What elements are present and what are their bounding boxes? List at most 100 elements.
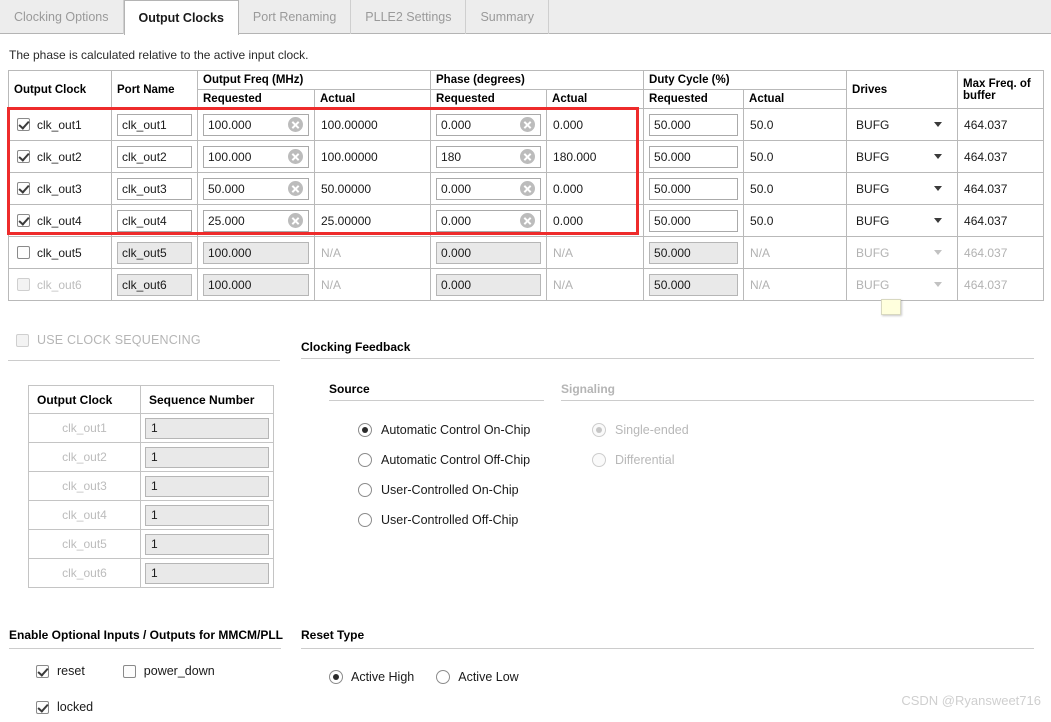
tab-output-clocks[interactable]: Output Clocks xyxy=(123,0,239,35)
tab-port-renaming[interactable]: Port Renaming xyxy=(239,0,352,34)
phase-requested-input[interactable]: 180 xyxy=(436,145,542,168)
clock-enable-checkbox[interactable] xyxy=(17,182,30,195)
port-name-input[interactable]: clk_out1 xyxy=(117,113,192,136)
clear-icon[interactable] xyxy=(288,117,303,132)
clear-icon[interactable] xyxy=(288,181,303,196)
sequence-number-input[interactable]: 1 xyxy=(145,504,269,526)
clock-enable-checkbox[interactable] xyxy=(17,214,30,227)
port-name-input[interactable]: clk_out5 xyxy=(117,241,192,264)
source-option-4[interactable]: User-Controlled Off-Chip xyxy=(358,513,530,527)
clear-icon[interactable] xyxy=(288,149,303,164)
clear-icon[interactable] xyxy=(520,117,536,132)
freq-requested-value: 100.000 xyxy=(208,149,252,164)
reset-checkbox[interactable] xyxy=(36,664,49,678)
port-name-input[interactable]: clk_out3 xyxy=(117,177,192,200)
clear-icon[interactable] xyxy=(288,213,303,228)
use-clock-sequencing-checkbox[interactable] xyxy=(16,333,29,347)
phase-requested-input[interactable]: 0.000 xyxy=(436,241,542,264)
duty-requested-input[interactable]: 50.000 xyxy=(649,209,739,232)
freq-requested-input[interactable]: 100.000 xyxy=(203,241,309,264)
port-name-input[interactable]: clk_out2 xyxy=(117,145,192,168)
radio-button[interactable] xyxy=(592,423,606,437)
reset-checkbox-row[interactable]: reset xyxy=(36,664,85,678)
drives-dropdown[interactable]: BUFG xyxy=(851,113,953,137)
clock-enable-row-5[interactable]: clk_out5 xyxy=(9,238,111,268)
freq-requested-input[interactable]: 100.000 xyxy=(203,145,309,168)
clear-icon[interactable] xyxy=(520,181,536,196)
clock-enable-row-1[interactable]: clk_out1 xyxy=(9,110,111,140)
duty-requested-input[interactable]: 50.000 xyxy=(649,273,739,296)
phase-requested-input[interactable]: 0.000 xyxy=(436,209,542,232)
freq-requested-input[interactable]: 50.000 xyxy=(203,177,309,200)
freq-requested-value: 50.000 xyxy=(208,181,245,196)
phase-requested-input[interactable]: 0.000 xyxy=(436,273,542,296)
port-name-input[interactable]: clk_out6 xyxy=(117,273,192,296)
clear-icon[interactable] xyxy=(520,213,536,228)
tab-plle2-settings[interactable]: PLLE2 Settings xyxy=(351,0,467,34)
clock-enable-row-2[interactable]: clk_out2 xyxy=(9,142,111,172)
phase-requested-input[interactable]: 0.000 xyxy=(436,113,542,136)
duty-requested-input[interactable]: 50.000 xyxy=(649,241,739,264)
tab-clocking-options[interactable]: Clocking Options xyxy=(0,0,124,34)
clock-enable-row-6[interactable]: clk_out6 xyxy=(9,270,111,300)
sequence-clock-cell: clk_out6 xyxy=(28,558,141,588)
cell-output-clock: clk_out5 xyxy=(8,236,112,269)
power-down-checkbox[interactable] xyxy=(122,664,136,678)
reset-active-high-row[interactable]: Active High xyxy=(329,670,414,684)
locked-checkbox-row[interactable]: locked xyxy=(36,700,93,714)
sequence-number-input[interactable]: 1 xyxy=(145,533,269,555)
tab-summary[interactable]: Summary xyxy=(466,0,549,34)
port-name-value: clk_out6 xyxy=(122,277,167,292)
duty-requested-input[interactable]: 50.000 xyxy=(649,177,739,200)
drives-dropdown[interactable]: BUFG xyxy=(851,273,953,297)
sequence-table: Output Clock Sequence Number clk_out1 1 cl… xyxy=(28,385,274,588)
sequence-number-input[interactable]: 1 xyxy=(145,562,269,584)
radio-button[interactable] xyxy=(358,483,372,497)
power-down-checkbox-row[interactable]: power_down xyxy=(122,664,215,678)
drives-dropdown[interactable]: BUFG xyxy=(851,209,953,233)
cell-duty-actual: N/A xyxy=(743,236,848,269)
freq-requested-input[interactable]: 25.000 xyxy=(203,209,309,232)
table-row: clk_out4 clk_out4 25.000 25.00000 0.000 0.000… xyxy=(8,204,1045,237)
radio-button[interactable] xyxy=(358,423,372,437)
sequence-number-input[interactable]: 1 xyxy=(145,446,269,468)
cell-duty-actual: 50.0 xyxy=(743,108,848,141)
locked-checkbox[interactable] xyxy=(36,700,49,714)
signaling-option-1[interactable]: Single-ended xyxy=(592,423,689,437)
freq-requested-input[interactable]: 100.000 xyxy=(203,273,309,296)
active-low-radio[interactable] xyxy=(436,670,451,684)
clear-icon[interactable] xyxy=(520,149,536,164)
radio-label: User-Controlled Off-Chip xyxy=(381,513,519,527)
duty-requested-input[interactable]: 50.000 xyxy=(649,113,739,136)
clock-enable-checkbox[interactable] xyxy=(17,278,30,291)
radio-button[interactable] xyxy=(358,513,372,527)
clock-enable-checkbox[interactable] xyxy=(17,118,30,131)
source-option-3[interactable]: User-Controlled On-Chip xyxy=(358,483,530,497)
duty-requested-input[interactable]: 50.000 xyxy=(649,145,739,168)
clock-enable-checkbox[interactable] xyxy=(17,150,30,163)
drives-dropdown[interactable]: BUFG xyxy=(851,177,953,201)
drives-dropdown[interactable]: BUFG xyxy=(851,241,953,265)
clock-enable-checkbox[interactable] xyxy=(17,246,30,259)
drives-value: BUFG xyxy=(856,213,890,228)
sequence-number-input[interactable]: 1 xyxy=(145,417,269,439)
clock-enable-row-4[interactable]: clk_out4 xyxy=(9,206,111,236)
port-name-input[interactable]: clk_out4 xyxy=(117,209,192,232)
freq-requested-input[interactable]: 100.000 xyxy=(203,113,309,136)
cell-duty-requested: 50.000 xyxy=(643,236,745,269)
phase-requested-input[interactable]: 0.000 xyxy=(436,177,542,200)
sequence-number-cell: 1 xyxy=(140,413,274,443)
source-option-2[interactable]: Automatic Control Off-Chip xyxy=(358,453,530,467)
reset-active-low-row[interactable]: Active Low xyxy=(436,670,519,684)
clock-enable-row-3[interactable]: clk_out3 xyxy=(9,174,111,204)
sequence-clock-cell: clk_out4 xyxy=(28,500,141,530)
radio-button[interactable] xyxy=(358,453,372,467)
sequence-number-input[interactable]: 1 xyxy=(145,475,269,497)
cell-max-freq: 464.037 xyxy=(957,236,1045,269)
radio-button[interactable] xyxy=(592,453,606,467)
active-high-radio[interactable] xyxy=(329,670,343,684)
use-clock-sequencing-row[interactable]: USE CLOCK SEQUENCING xyxy=(16,333,201,347)
signaling-option-2[interactable]: Differential xyxy=(592,453,689,467)
source-option-1[interactable]: Automatic Control On-Chip xyxy=(358,423,530,437)
drives-dropdown[interactable]: BUFG xyxy=(851,145,953,169)
